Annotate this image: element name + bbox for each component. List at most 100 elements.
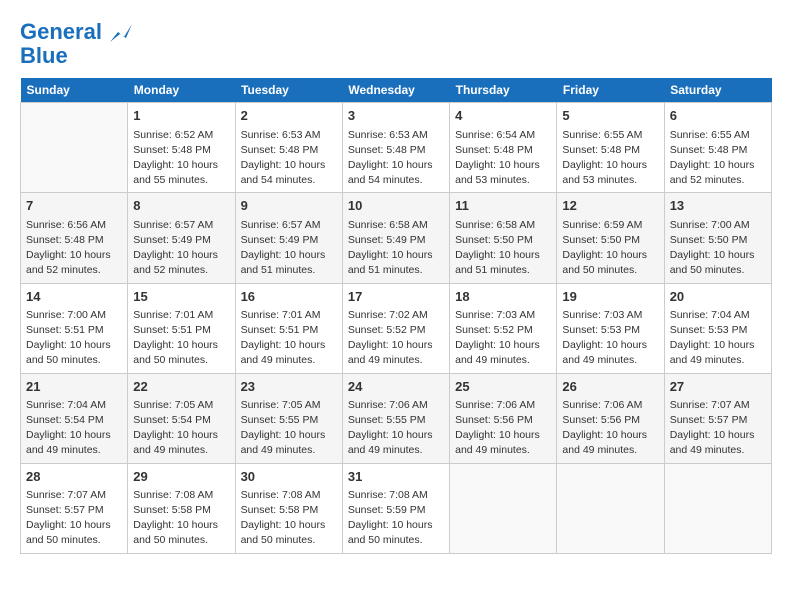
calendar-cell: 14Sunrise: 7:00 AM Sunset: 5:51 PM Dayli… <box>21 283 128 373</box>
logo-text: General <box>20 20 132 44</box>
day-info: Sunrise: 7:06 AM Sunset: 5:55 PM Dayligh… <box>348 398 444 459</box>
calendar-cell: 6Sunrise: 6:55 AM Sunset: 5:48 PM Daylig… <box>664 103 771 193</box>
day-number: 18 <box>455 288 551 306</box>
day-number: 20 <box>670 288 766 306</box>
calendar-cell: 29 Sunrise: 7:08 AM Sunset: 5:58 PM Dayli… <box>128 463 235 553</box>
day-info: Sunrise: 7:06 AM Sunset: 5:56 PM Dayligh… <box>562 398 658 459</box>
day-info: Sunrise: 7:00 AM Sunset: 5:50 PM Dayligh… <box>670 218 766 279</box>
calendar-week-row: 21 Sunrise: 7:04 AM Sunset: 5:54 PM Dayli… <box>21 373 772 463</box>
day-header-sunday: Sunday <box>21 78 128 103</box>
day-info: Sunrise: 7:03 AM Sunset: 5:53 PM Dayligh… <box>562 308 658 369</box>
day-info: Sunrise: 7:08 AM Sunset: 5:59 PM Dayligh… <box>348 488 444 549</box>
day-number: 2 <box>241 107 337 125</box>
day-header-monday: Monday <box>128 78 235 103</box>
calendar-cell: 3 Sunrise: 6:53 AM Sunset: 5:48 PM Daylig… <box>342 103 449 193</box>
page-header: General Blue <box>20 20 772 68</box>
day-info: Sunrise: 6:54 AM Sunset: 5:48 PM Dayligh… <box>455 128 551 189</box>
day-number: 16 <box>241 288 337 306</box>
day-info: Sunrise: 6:52 AM Sunset: 5:48 PM Dayligh… <box>133 128 229 189</box>
logo-bird-icon <box>110 24 132 42</box>
calendar-cell: 25 Sunrise: 7:06 AM Sunset: 5:56 PM Dayli… <box>450 373 557 463</box>
day-number: 10 <box>348 197 444 215</box>
day-number: 26 <box>562 378 658 396</box>
calendar-cell: 31 Sunrise: 7:08 AM Sunset: 5:59 PM Dayli… <box>342 463 449 553</box>
calendar-cell: 16 Sunrise: 7:01 AM Sunset: 5:51 PM Dayli… <box>235 283 342 373</box>
calendar-cell <box>450 463 557 553</box>
day-number: 1 <box>133 107 229 125</box>
day-number: 27 <box>670 378 766 396</box>
day-info: Sunrise: 7:01 AM Sunset: 5:51 PM Dayligh… <box>241 308 337 369</box>
day-header-tuesday: Tuesday <box>235 78 342 103</box>
day-info: Sunrise: 6:58 AM Sunset: 5:49 PM Dayligh… <box>348 218 444 279</box>
day-header-saturday: Saturday <box>664 78 771 103</box>
day-number: 11 <box>455 197 551 215</box>
days-header-row: SundayMondayTuesdayWednesdayThursdayFrid… <box>21 78 772 103</box>
day-info: Sunrise: 7:04 AM Sunset: 5:53 PM Dayligh… <box>670 308 766 369</box>
day-number: 15 <box>133 288 229 306</box>
calendar-cell: 23Sunrise: 7:05 AM Sunset: 5:55 PM Dayli… <box>235 373 342 463</box>
day-header-thursday: Thursday <box>450 78 557 103</box>
day-info: Sunrise: 7:01 AM Sunset: 5:51 PM Dayligh… <box>133 308 229 369</box>
day-number: 6 <box>670 107 766 125</box>
calendar-week-row: 7 Sunrise: 6:56 AM Sunset: 5:48 PM Daylig… <box>21 193 772 283</box>
calendar-cell: 24 Sunrise: 7:06 AM Sunset: 5:55 PM Dayli… <box>342 373 449 463</box>
day-number: 7 <box>26 197 122 215</box>
day-number: 3 <box>348 107 444 125</box>
day-info: Sunrise: 7:04 AM Sunset: 5:54 PM Dayligh… <box>26 398 122 459</box>
day-number: 29 <box>133 468 229 486</box>
day-info: Sunrise: 6:55 AM Sunset: 5:48 PM Dayligh… <box>562 128 658 189</box>
day-number: 22 <box>133 378 229 396</box>
day-number: 14 <box>26 288 122 306</box>
calendar-cell: 8Sunrise: 6:57 AM Sunset: 5:49 PM Daylig… <box>128 193 235 283</box>
day-info: Sunrise: 6:53 AM Sunset: 5:48 PM Dayligh… <box>348 128 444 189</box>
day-number: 13 <box>670 197 766 215</box>
day-number: 30 <box>241 468 337 486</box>
day-number: 31 <box>348 468 444 486</box>
calendar-cell: 2 Sunrise: 6:53 AM Sunset: 5:48 PM Daylig… <box>235 103 342 193</box>
day-info: Sunrise: 7:08 AM Sunset: 5:58 PM Dayligh… <box>133 488 229 549</box>
day-info: Sunrise: 7:05 AM Sunset: 5:55 PM Dayligh… <box>241 398 337 459</box>
day-info: Sunrise: 7:05 AM Sunset: 5:54 PM Dayligh… <box>133 398 229 459</box>
calendar-cell: 15 Sunrise: 7:01 AM Sunset: 5:51 PM Dayli… <box>128 283 235 373</box>
calendar-cell: 9Sunrise: 6:57 AM Sunset: 5:49 PM Daylig… <box>235 193 342 283</box>
day-info: Sunrise: 7:08 AM Sunset: 5:58 PM Dayligh… <box>241 488 337 549</box>
day-number: 5 <box>562 107 658 125</box>
calendar-table: SundayMondayTuesdayWednesdayThursdayFrid… <box>20 78 772 553</box>
calendar-cell: 19 Sunrise: 7:03 AM Sunset: 5:53 PM Dayli… <box>557 283 664 373</box>
calendar-cell: 10 Sunrise: 6:58 AM Sunset: 5:49 PM Dayli… <box>342 193 449 283</box>
day-info: Sunrise: 6:58 AM Sunset: 5:50 PM Dayligh… <box>455 218 551 279</box>
day-number: 9 <box>241 197 337 215</box>
day-number: 24 <box>348 378 444 396</box>
day-number: 17 <box>348 288 444 306</box>
calendar-cell: 1 Sunrise: 6:52 AM Sunset: 5:48 PM Daylig… <box>128 103 235 193</box>
logo: General Blue <box>20 20 132 68</box>
calendar-cell: 4Sunrise: 6:54 AM Sunset: 5:48 PM Daylig… <box>450 103 557 193</box>
day-number: 21 <box>26 378 122 396</box>
calendar-cell: 27Sunrise: 7:07 AM Sunset: 5:57 PM Dayli… <box>664 373 771 463</box>
calendar-week-row: 14Sunrise: 7:00 AM Sunset: 5:51 PM Dayli… <box>21 283 772 373</box>
logo-blue-text: Blue <box>20 44 68 68</box>
calendar-cell <box>21 103 128 193</box>
calendar-cell: 26 Sunrise: 7:06 AM Sunset: 5:56 PM Dayli… <box>557 373 664 463</box>
calendar-cell: 30 Sunrise: 7:08 AM Sunset: 5:58 PM Dayli… <box>235 463 342 553</box>
calendar-cell: 5 Sunrise: 6:55 AM Sunset: 5:48 PM Daylig… <box>557 103 664 193</box>
day-info: Sunrise: 6:59 AM Sunset: 5:50 PM Dayligh… <box>562 218 658 279</box>
day-number: 28 <box>26 468 122 486</box>
calendar-week-row: 1 Sunrise: 6:52 AM Sunset: 5:48 PM Daylig… <box>21 103 772 193</box>
day-info: Sunrise: 6:53 AM Sunset: 5:48 PM Dayligh… <box>241 128 337 189</box>
day-info: Sunrise: 7:02 AM Sunset: 5:52 PM Dayligh… <box>348 308 444 369</box>
calendar-cell: 18Sunrise: 7:03 AM Sunset: 5:52 PM Dayli… <box>450 283 557 373</box>
day-info: Sunrise: 7:06 AM Sunset: 5:56 PM Dayligh… <box>455 398 551 459</box>
calendar-cell: 11 Sunrise: 6:58 AM Sunset: 5:50 PM Dayli… <box>450 193 557 283</box>
day-info: Sunrise: 6:56 AM Sunset: 5:48 PM Dayligh… <box>26 218 122 279</box>
day-number: 19 <box>562 288 658 306</box>
calendar-cell: 20 Sunrise: 7:04 AM Sunset: 5:53 PM Dayli… <box>664 283 771 373</box>
calendar-cell <box>557 463 664 553</box>
calendar-cell: 22 Sunrise: 7:05 AM Sunset: 5:54 PM Dayli… <box>128 373 235 463</box>
day-info: Sunrise: 6:57 AM Sunset: 5:49 PM Dayligh… <box>133 218 229 279</box>
calendar-cell: 21 Sunrise: 7:04 AM Sunset: 5:54 PM Dayli… <box>21 373 128 463</box>
calendar-cell: 17 Sunrise: 7:02 AM Sunset: 5:52 PM Dayli… <box>342 283 449 373</box>
day-number: 25 <box>455 378 551 396</box>
day-header-friday: Friday <box>557 78 664 103</box>
calendar-cell: 28Sunrise: 7:07 AM Sunset: 5:57 PM Dayli… <box>21 463 128 553</box>
